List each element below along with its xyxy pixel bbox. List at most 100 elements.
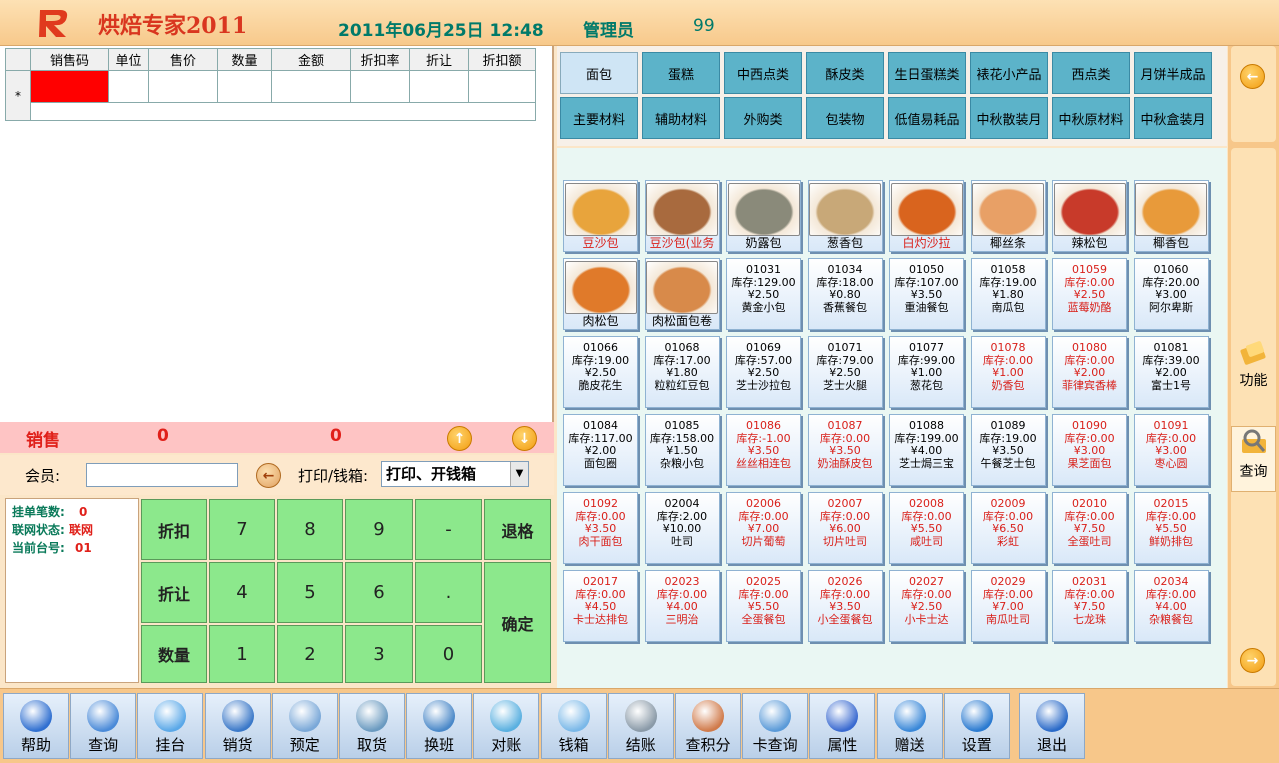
product-tile[interactable]: 02010 库存:0.00 ¥7.50 全蛋吐司 bbox=[1052, 492, 1127, 564]
product-tile[interactable]: 01089 库存:19.00 ¥3.50 午餐芝士包 bbox=[970, 414, 1046, 486]
toolbar-button[interactable]: 查积分 bbox=[675, 693, 741, 759]
product-tile[interactable]: 02009 库存:0.00 ¥6.50 彩虹 bbox=[970, 492, 1046, 564]
key-2[interactable]: 2 bbox=[277, 625, 343, 683]
product-tile[interactable]: 01086 库存:-1.00 ¥3.50 丝丝相连包 bbox=[726, 414, 801, 486]
function-button[interactable]: 功能 bbox=[1232, 338, 1275, 400]
product-tile[interactable]: 01071 库存:79.00 ¥2.50 芝士火腿 bbox=[807, 336, 883, 408]
key-6[interactable]: 6 bbox=[345, 562, 413, 623]
scroll-down-button[interactable]: ↓ bbox=[512, 426, 537, 451]
discount-amount-cell[interactable] bbox=[468, 70, 536, 103]
key-0[interactable]: 0 bbox=[415, 625, 482, 683]
product-tile[interactable]: 02025 库存:0.00 ¥5.50 全蛋餐包 bbox=[726, 570, 801, 642]
toolbar-button[interactable]: 换班 bbox=[406, 693, 473, 759]
quantity-cell[interactable] bbox=[217, 70, 272, 103]
category-tab[interactable]: 主要材料 bbox=[560, 97, 638, 139]
key-7[interactable]: 7 bbox=[209, 499, 275, 560]
key-9[interactable]: 9 bbox=[345, 499, 413, 560]
quantity-key[interactable]: 数量 bbox=[141, 625, 207, 683]
toolbar-button[interactable]: 设置 bbox=[943, 693, 1010, 759]
category-tab[interactable]: 辅助材料 bbox=[642, 97, 720, 139]
product-tile[interactable]: 01081 库存:39.00 ¥2.00 富士1号 bbox=[1133, 336, 1209, 408]
product-tile[interactable]: 01077 库存:99.00 ¥1.00 葱花包 bbox=[889, 336, 964, 408]
allowance-cell[interactable] bbox=[409, 70, 469, 103]
product-tile[interactable]: 01085 库存:158.00 ¥1.50 杂粮小包 bbox=[644, 414, 720, 486]
category-tab[interactable]: 月饼半成品 bbox=[1134, 52, 1212, 94]
product-tile[interactable]: 葱香包 bbox=[807, 180, 883, 252]
product-tile[interactable]: 豆沙包(业务 bbox=[644, 180, 720, 252]
category-tab[interactable]: 外购类 bbox=[724, 97, 802, 139]
toolbar-button[interactable]: 结账 bbox=[607, 693, 674, 759]
toolbar-button[interactable]: 预定 bbox=[271, 693, 338, 759]
category-tab[interactable]: 生日蛋糕类 bbox=[888, 52, 966, 94]
product-tile[interactable]: 01084 库存:117.00 ¥2.00 面包圈 bbox=[563, 414, 638, 486]
toolbar-button[interactable]: 对账 bbox=[473, 693, 540, 759]
toolbar-button[interactable]: 退出 bbox=[1019, 693, 1085, 759]
discount-rate-cell[interactable] bbox=[350, 70, 410, 103]
product-tile[interactable]: 02004 库存:2.00 ¥10.00 吐司 bbox=[644, 492, 720, 564]
product-tile[interactable]: 肉松面包卷 bbox=[644, 258, 720, 330]
category-tab[interactable]: 中秋盒装月 bbox=[1134, 97, 1212, 139]
product-tile[interactable]: 01050 库存:107.00 ¥3.50 重油餐包 bbox=[889, 258, 964, 330]
key-8[interactable]: 8 bbox=[277, 499, 343, 560]
product-tile[interactable]: 02008 库存:0.00 ¥5.50 咸吐司 bbox=[889, 492, 964, 564]
toolbar-button[interactable]: 挂台 bbox=[137, 693, 204, 759]
product-tile[interactable]: 01080 库存:0.00 ¥2.00 菲律宾香棒 bbox=[1052, 336, 1127, 408]
product-tile[interactable]: 02015 库存:0.00 ¥5.50 鲜奶排包 bbox=[1133, 492, 1209, 564]
scroll-up-button[interactable]: ↑ bbox=[447, 426, 472, 451]
toolbar-button[interactable]: 取货 bbox=[339, 693, 405, 759]
unit-cell[interactable] bbox=[108, 70, 149, 103]
minus-key[interactable]: - bbox=[415, 499, 482, 560]
product-tile[interactable]: 02031 库存:0.00 ¥7.50 七龙珠 bbox=[1052, 570, 1127, 642]
category-tab[interactable]: 西点类 bbox=[1052, 52, 1130, 94]
toolbar-button[interactable]: 属性 bbox=[809, 693, 876, 759]
product-tile[interactable]: 01091 库存:0.00 ¥3.00 枣心圆 bbox=[1133, 414, 1209, 486]
category-tab[interactable]: 面包 bbox=[560, 52, 638, 94]
product-tile[interactable]: 01078 库存:0.00 ¥1.00 奶香包 bbox=[970, 336, 1046, 408]
product-tile[interactable]: 02029 库存:0.00 ¥7.00 南瓜吐司 bbox=[970, 570, 1046, 642]
product-tile[interactable]: 02023 库存:0.00 ¥4.00 三明治 bbox=[644, 570, 720, 642]
key-1[interactable]: 1 bbox=[209, 625, 275, 683]
allowance-key[interactable]: 折让 bbox=[141, 562, 207, 623]
product-tile[interactable]: 01034 库存:18.00 ¥0.80 香蕉餐包 bbox=[807, 258, 883, 330]
product-tile[interactable]: 01066 库存:19.00 ¥2.50 脆皮花生 bbox=[563, 336, 638, 408]
toolbar-button[interactable]: 查询 bbox=[70, 693, 137, 759]
product-tile[interactable]: 01060 库存:20.00 ¥3.00 阿尔卑斯 bbox=[1133, 258, 1209, 330]
product-next-button[interactable]: → bbox=[1240, 648, 1265, 673]
product-tile[interactable]: 椰香包 bbox=[1133, 180, 1209, 252]
toolbar-button[interactable]: 销货 bbox=[204, 693, 271, 759]
key-4[interactable]: 4 bbox=[209, 562, 275, 623]
product-tile[interactable]: 01088 库存:199.00 ¥4.00 芝士焗三宝 bbox=[889, 414, 964, 486]
product-tile[interactable]: 辣松包 bbox=[1052, 180, 1127, 252]
product-tile[interactable]: 02006 库存:0.00 ¥7.00 切片葡萄 bbox=[726, 492, 801, 564]
member-input[interactable] bbox=[86, 463, 238, 487]
product-tile[interactable]: 01058 库存:19.00 ¥1.80 南瓜包 bbox=[970, 258, 1046, 330]
print-cashbox-select[interactable]: 打印、开钱箱 ▼ bbox=[381, 461, 529, 487]
toolbar-button[interactable]: 卡查询 bbox=[742, 693, 809, 759]
toolbar-button[interactable]: 帮助 bbox=[3, 693, 69, 759]
product-tile[interactable]: 豆沙包 bbox=[563, 180, 638, 252]
member-search-button[interactable]: ← bbox=[256, 463, 281, 488]
query-button[interactable]: 查询 bbox=[1231, 426, 1276, 492]
category-tab[interactable]: 中西点类 bbox=[724, 52, 802, 94]
category-tab[interactable]: 包装物 bbox=[806, 97, 884, 139]
table-row[interactable]: * bbox=[5, 70, 536, 121]
product-tile[interactable]: 肉松包 bbox=[563, 258, 638, 330]
dot-key[interactable]: . bbox=[415, 562, 482, 623]
column-header[interactable]: 折扣率 bbox=[350, 48, 410, 71]
product-tile[interactable]: 01059 库存:0.00 ¥2.50 蓝莓奶酪 bbox=[1052, 258, 1127, 330]
category-tab[interactable]: 中秋原材料 bbox=[1052, 97, 1130, 139]
column-header[interactable]: 折扣额 bbox=[468, 48, 536, 71]
product-tile[interactable]: 02034 库存:0.00 ¥4.00 杂粮餐包 bbox=[1133, 570, 1209, 642]
backspace-key[interactable]: 退格 bbox=[484, 499, 551, 560]
product-tile[interactable]: 02017 库存:0.00 ¥4.50 卡士达排包 bbox=[563, 570, 638, 642]
product-tile[interactable]: 奶露包 bbox=[726, 180, 801, 252]
category-tab[interactable]: 中秋散装月 bbox=[970, 97, 1048, 139]
category-tab[interactable]: 低值易耗品 bbox=[888, 97, 966, 139]
discount-key[interactable]: 折扣 bbox=[141, 499, 207, 560]
product-tile[interactable]: 01087 库存:0.00 ¥3.50 奶油酥皮包 bbox=[807, 414, 883, 486]
product-tile[interactable]: 01031 库存:129.00 ¥2.50 黄金小包 bbox=[726, 258, 801, 330]
product-tile[interactable]: 01092 库存:0.00 ¥3.50 肉干面包 bbox=[563, 492, 638, 564]
key-3[interactable]: 3 bbox=[345, 625, 413, 683]
product-tile[interactable]: 02026 库存:0.00 ¥3.50 小全蛋餐包 bbox=[807, 570, 883, 642]
column-header[interactable]: 销售码 bbox=[30, 48, 109, 71]
